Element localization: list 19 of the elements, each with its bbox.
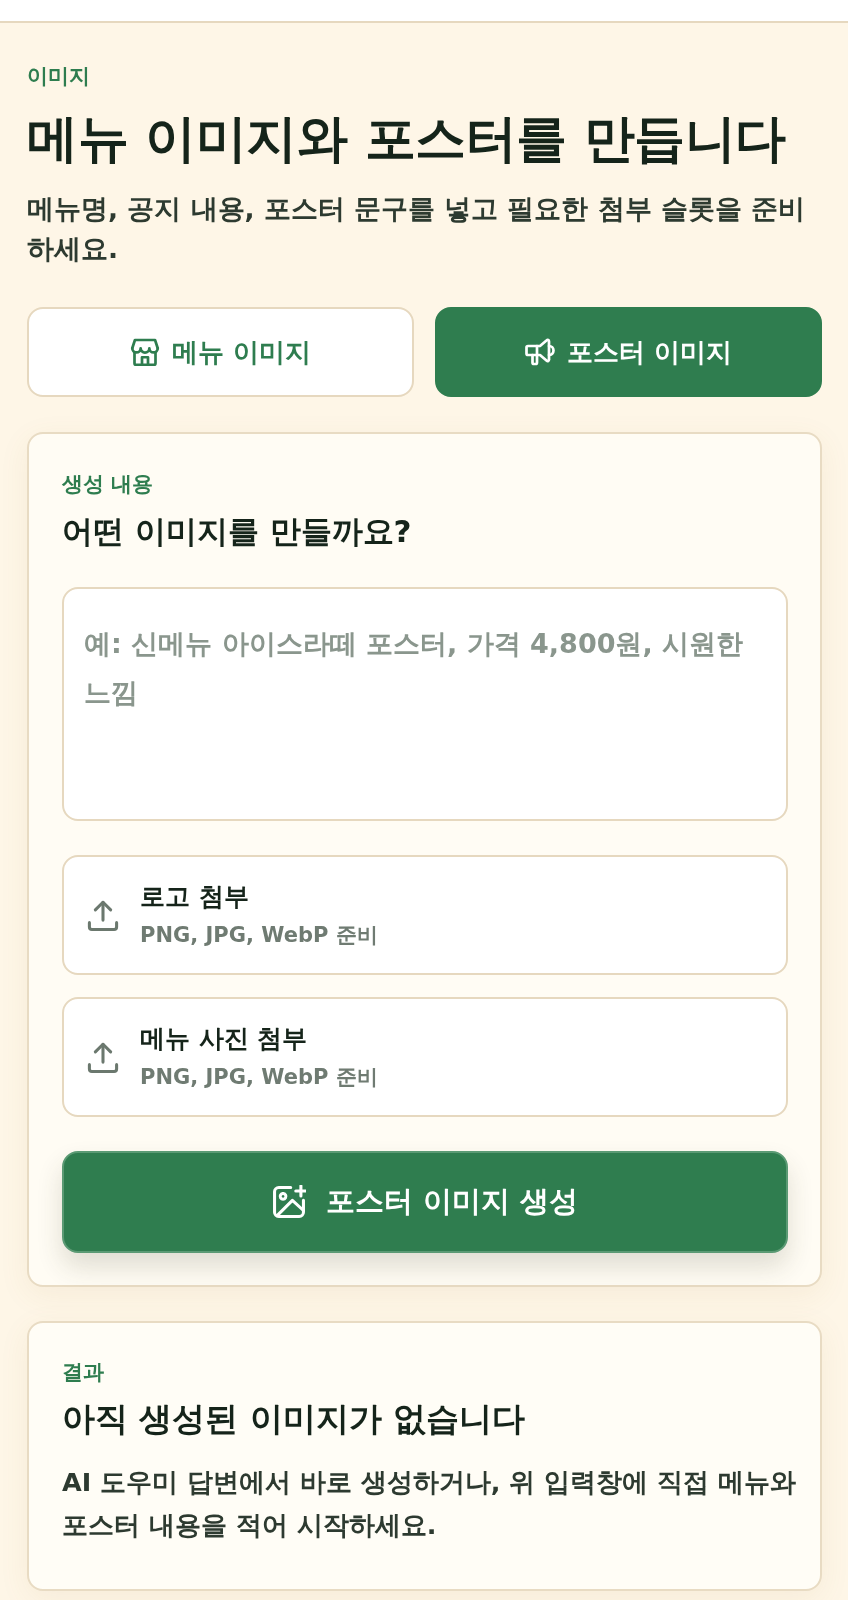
section-label: 결과 — [62, 1359, 105, 1385]
upload-icon — [86, 898, 120, 932]
generate-button[interactable]: 포스터 이미지 생성 — [62, 1151, 788, 1253]
section-heading: 어떤 이미지를 만들까요? — [62, 512, 413, 551]
megaphone-icon — [525, 337, 556, 367]
upload-slot[interactable]: 메뉴 사진 첨부 PNG, JPG, WebP 준비 — [62, 997, 788, 1117]
page-description: 메뉴명, 공지 내용, 포스터 문구를 넣고 필요한 첨부 슬롯을 준비하세요. — [27, 192, 807, 266]
section-label: 생성 내용 — [62, 471, 155, 497]
upload-icon — [86, 1040, 120, 1074]
page-title: 메뉴 이미지와 포스터를 만듭니다 — [27, 108, 787, 170]
store-icon — [130, 337, 161, 367]
result-message: AI 도우미 답변에서 바로 생성하거나, 위 입력창에 직접 메뉴와 포스터 내용을 적어 시작하세요. — [62, 1466, 797, 1542]
result-heading: 아직 생성된 이미지가 없습니다 — [62, 1398, 527, 1440]
prompt-field[interactable]: 예: 신메뉴 아이스라떼 포스터, 가격 4,800원, 시원한 느낌 — [62, 587, 788, 821]
mode-tab[interactable]: 포스터 이미지 — [435, 307, 822, 397]
mode-tab[interactable]: 메뉴 이미지 — [27, 307, 414, 397]
upload-slot[interactable]: 로고 첨부 PNG, JPG, WebP 준비 — [62, 855, 788, 975]
section-label: 이미지 — [27, 63, 91, 89]
image-add-icon — [271, 1185, 306, 1219]
